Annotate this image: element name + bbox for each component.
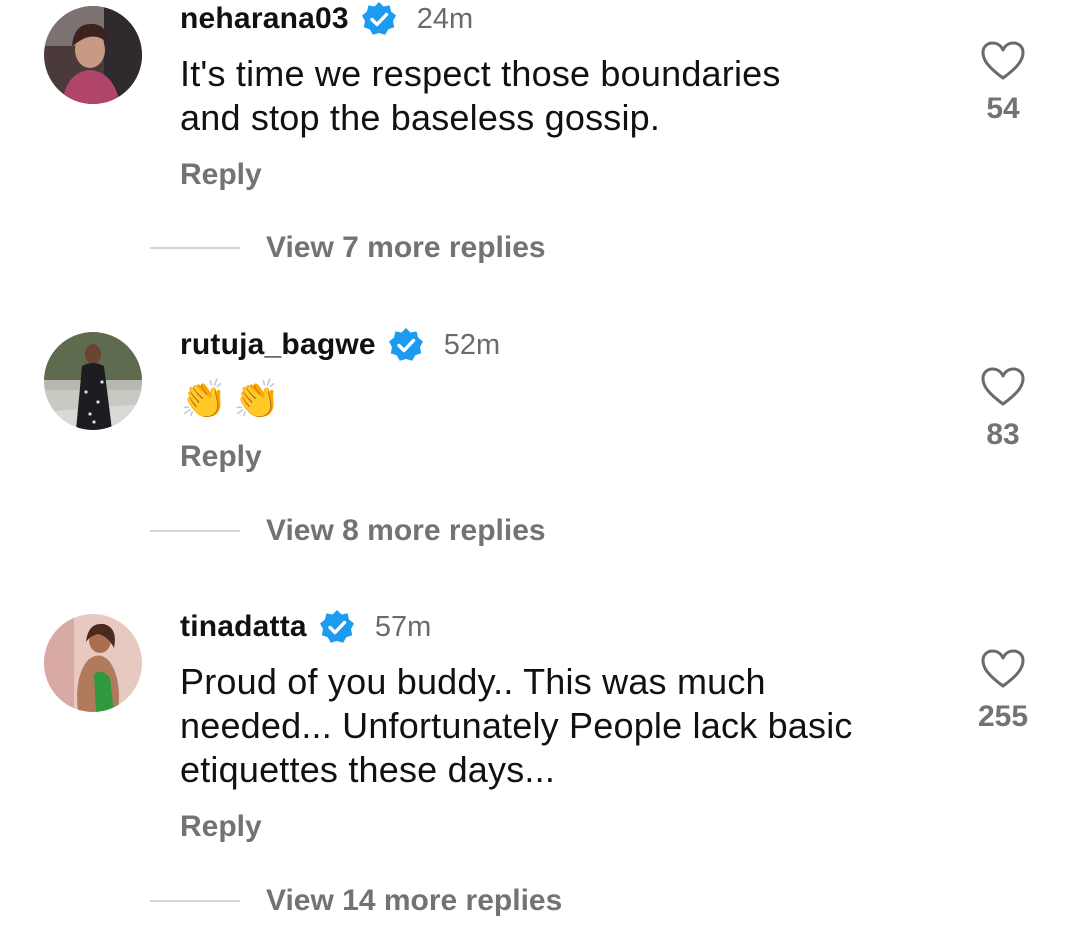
username[interactable]: rutuja_bagwe <box>180 328 376 362</box>
like-count: 255 <box>977 700 1029 733</box>
comment-text: 👏👏 <box>180 379 287 421</box>
heart-outline-icon[interactable] <box>980 648 1026 690</box>
reply-button[interactable]: Reply <box>180 440 262 474</box>
verified-badge-icon <box>361 1 397 37</box>
comment-header: neharana03 24m <box>180 2 473 36</box>
verified-badge-icon <box>319 609 355 645</box>
divider <box>150 247 240 249</box>
avatar[interactable] <box>44 6 142 104</box>
verified-badge-icon <box>388 327 424 363</box>
username[interactable]: neharana03 <box>180 2 349 36</box>
timestamp: 52m <box>443 328 501 361</box>
comment-header: tinadatta 57m <box>180 610 431 644</box>
divider <box>150 530 240 532</box>
avatar[interactable] <box>44 332 142 430</box>
like-control: 54 <box>964 40 1042 126</box>
timestamp: 57m <box>374 610 432 643</box>
divider <box>150 900 240 902</box>
comment-text: It's time we respect those boundaries an… <box>180 53 781 138</box>
heart-outline-icon[interactable] <box>980 366 1026 408</box>
like-count: 83 <box>986 418 1020 451</box>
comment-header: rutuja_bagwe 52m <box>180 328 500 362</box>
username[interactable]: tinadatta <box>180 610 307 644</box>
reply-button[interactable]: Reply <box>180 810 262 844</box>
reply-button[interactable]: Reply <box>180 158 262 192</box>
comment-text: Proud of you buddy.. This was much neede… <box>180 661 853 790</box>
view-more-replies-button[interactable]: View 7 more replies <box>150 231 546 265</box>
heart-outline-icon[interactable] <box>980 40 1026 82</box>
like-control: 255 <box>964 648 1042 734</box>
view-more-replies-label: View 8 more replies <box>266 514 546 547</box>
view-more-replies-button[interactable]: View 14 more replies <box>150 884 562 918</box>
timestamp: 24m <box>416 2 474 35</box>
like-control: 83 <box>964 366 1042 452</box>
view-more-replies-button[interactable]: View 8 more replies <box>150 514 546 548</box>
view-more-replies-label: View 14 more replies <box>266 884 563 917</box>
like-count: 54 <box>986 92 1020 125</box>
avatar[interactable] <box>44 614 142 712</box>
view-more-replies-label: View 7 more replies <box>266 231 546 264</box>
